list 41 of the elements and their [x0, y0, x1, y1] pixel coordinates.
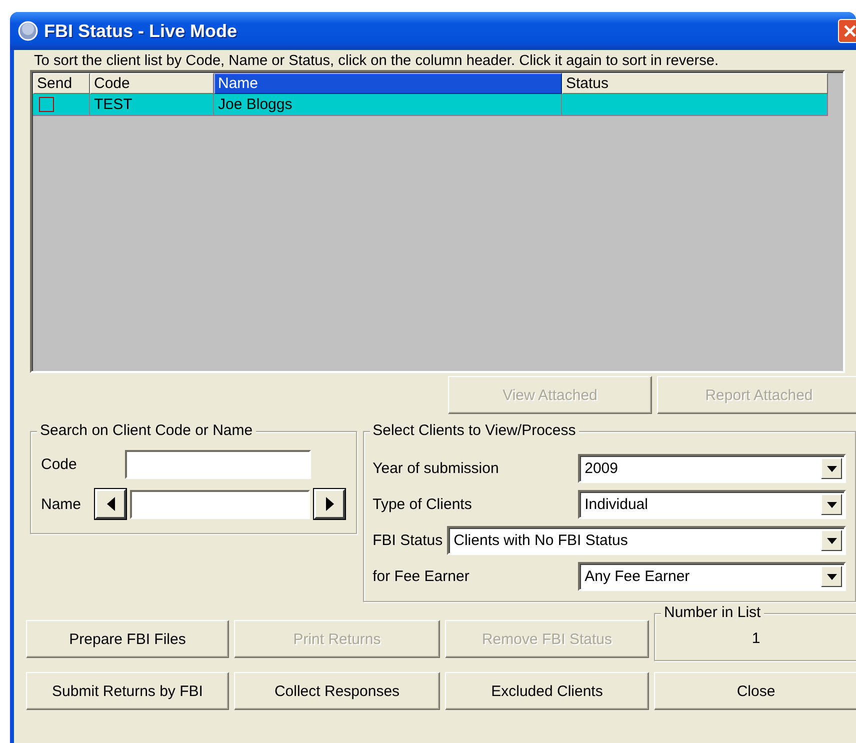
column-header[interactable]: Name — [214, 73, 562, 94]
name-field[interactable] — [130, 490, 310, 518]
action-button[interactable]: Prepare FBI Files — [26, 620, 229, 658]
count-value: 1 — [750, 630, 762, 647]
column-header[interactable]: Send — [33, 73, 90, 94]
dropdown-button[interactable] — [821, 566, 842, 587]
checkbox[interactable] — [39, 97, 54, 112]
arrow-button[interactable] — [95, 489, 126, 519]
caret-icon — [826, 466, 836, 472]
action-button[interactable]: Excluded Clients — [445, 672, 649, 710]
field-label: Type of Clients — [372, 496, 473, 513]
dropdown[interactable]: Individual — [578, 490, 846, 519]
right-arrow-icon — [326, 497, 334, 511]
field-label: Code — [41, 456, 78, 473]
dropdown[interactable]: 2009 — [578, 454, 846, 483]
column-header[interactable]: Status — [562, 73, 828, 94]
caret-icon — [826, 502, 836, 508]
dropdown[interactable]: Any Fee Earner — [578, 562, 846, 591]
action-button[interactable]: Submit Returns by FBI — [26, 672, 229, 710]
table-cell: TEST — [90, 94, 214, 116]
field-label: FBI Status — [372, 532, 443, 549]
left-arrow-icon — [106, 497, 114, 511]
app-logo-icon — [18, 21, 38, 41]
dropdown[interactable]: Clients with No FBI Status — [446, 526, 846, 555]
close-button[interactable] — [838, 19, 856, 43]
action-button[interactable]: Collect Responses — [234, 672, 440, 710]
caret-icon — [826, 538, 836, 544]
code-field[interactable] — [125, 450, 311, 479]
dropdown-button[interactable] — [821, 530, 842, 551]
caret-icon — [826, 574, 836, 580]
dropdown-button[interactable] — [821, 458, 842, 479]
arrow-button[interactable] — [314, 489, 345, 519]
field-label: for Fee Earner — [372, 568, 470, 585]
window-title: FBI Status - Live Mode — [44, 20, 238, 42]
instruction-text: To sort the client list by Code, Name or Status, click on the column header. Click it again to sort in reverse. — [34, 53, 720, 70]
dropdown-button[interactable] — [821, 494, 842, 515]
action-button[interactable]: Close — [654, 672, 856, 710]
column-header[interactable]: Code — [90, 73, 214, 94]
table-cell: Joe Bloggs — [214, 94, 562, 116]
field-label: Name — [41, 496, 82, 512]
field-label: Year of submission — [372, 460, 500, 477]
